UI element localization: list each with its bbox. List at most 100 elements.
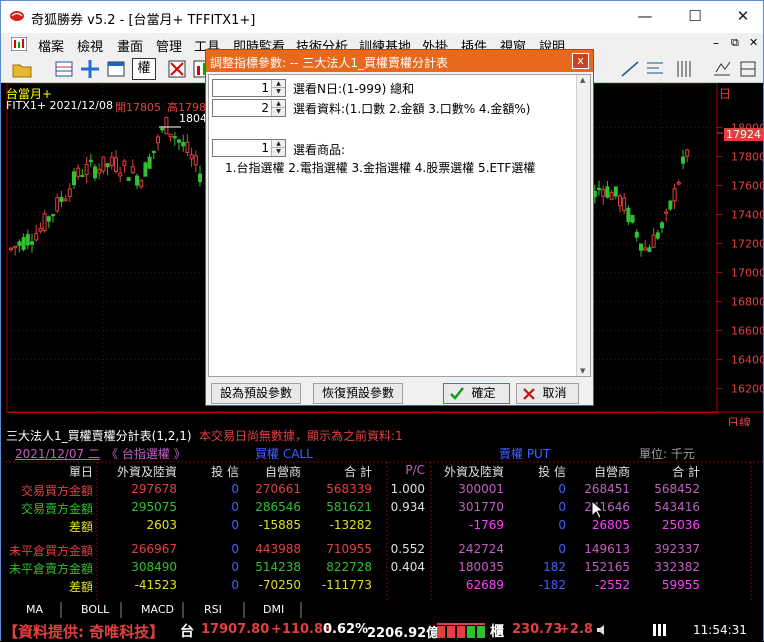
candle-body	[122, 160, 127, 166]
candle-body	[72, 171, 76, 186]
maximize-button[interactable]: ☐	[683, 5, 707, 27]
mdi-restore-button[interactable]: ⧉	[731, 36, 739, 50]
chart-menu-icon[interactable]	[11, 37, 27, 51]
cancel-button[interactable]: 取消	[516, 383, 579, 404]
product-spinner[interactable]: 1 ▲ ▼	[212, 139, 286, 157]
candle-body	[685, 149, 690, 157]
bars-tool-icon[interactable]	[673, 58, 695, 80]
spin-up-icon[interactable]: ▲	[271, 140, 285, 148]
minimize-button[interactable]: —	[633, 5, 657, 27]
candle-body	[38, 227, 43, 232]
spin-down-icon[interactable]: ▼	[271, 108, 285, 116]
open-folder-icon[interactable]	[11, 58, 33, 80]
candle-body	[118, 172, 123, 177]
spin-down-icon[interactable]: ▼	[271, 88, 285, 96]
x-tick-label: 08	[221, 411, 235, 413]
candle-body	[647, 247, 652, 252]
candle-body	[668, 200, 673, 210]
mdi-close-button[interactable]: ✕	[749, 36, 758, 49]
candle-body	[30, 241, 34, 245]
x-tick-label: 07	[107, 411, 121, 413]
index-label: 台	[180, 624, 194, 640]
candle-body	[622, 197, 627, 211]
otc-value: 230.73	[512, 622, 563, 637]
check-icon	[450, 387, 464, 400]
candle-body	[55, 197, 60, 212]
menu-view[interactable]: 檢視	[77, 36, 103, 55]
open-label: 開17805	[115, 101, 161, 114]
x-tick-label: 11	[548, 411, 562, 413]
mdi-minimize-button[interactable]: –	[713, 36, 719, 50]
product-value: 1	[261, 141, 269, 155]
layout-icon[interactable]	[105, 58, 127, 80]
candle-body	[168, 133, 173, 138]
candle-body	[114, 157, 118, 172]
fib-tool-icon[interactable]	[644, 58, 666, 80]
close-window-button[interactable]: ✕	[731, 5, 755, 27]
candle-body	[25, 233, 30, 246]
mark-icon[interactable]	[166, 58, 188, 80]
candle-body	[185, 141, 190, 153]
set-default-button[interactable]: 設為預設參數	[211, 383, 301, 404]
dialog-scrollbar[interactable]: ▲ ▼	[576, 75, 590, 376]
menu-screen[interactable]: 畫面	[117, 36, 143, 55]
period-corner-label: 日	[719, 87, 732, 101]
status-bar: 【資料提供: 奇唯科技】 台 17907.80 +110.88 0.62% 22…	[1, 618, 763, 642]
provider-label: 【資料提供: 奇唯科技】	[3, 623, 165, 641]
index-value: 17907.80	[201, 622, 270, 637]
candle-body	[93, 166, 97, 179]
title-bar: 奇狐勝券 v5.2 - [台當月+ TFFITX1+] — ☐ ✕	[1, 1, 763, 33]
days-label: 選看N日:(1-999) 總和	[293, 82, 415, 96]
spin-down-icon[interactable]: ▼	[271, 148, 285, 156]
candle-body	[172, 136, 177, 139]
candle-body	[84, 163, 89, 176]
line-tool-icon[interactable]	[619, 58, 641, 80]
candle-body	[130, 166, 135, 174]
candle-body	[189, 154, 194, 160]
dialog-close-button[interactable]: x	[572, 53, 589, 69]
candle-body	[59, 196, 64, 202]
candle-body	[177, 139, 181, 143]
y-tick-label: 16200	[731, 383, 763, 396]
y-tick-label: 16600	[731, 325, 763, 338]
move-arrows-icon[interactable]	[79, 58, 101, 80]
quote-line-prefix: FITX1+ 2021/12/08	[6, 99, 113, 112]
candle-body	[139, 180, 144, 188]
table-icon[interactable]	[53, 58, 75, 80]
candle-body	[156, 136, 160, 144]
y-tick-label: 17600	[731, 180, 763, 193]
ok-button[interactable]: 確定	[443, 383, 510, 404]
candle-body	[105, 163, 110, 168]
x-icon	[523, 388, 535, 400]
settings-tool-icon[interactable]	[737, 58, 759, 80]
restore-default-button[interactable]: 恢復預設參數	[313, 383, 403, 404]
speaker-icon[interactable]	[595, 623, 609, 637]
candle-body	[655, 232, 660, 239]
menu-manage[interactable]: 管理	[156, 36, 182, 55]
candle-body	[97, 168, 102, 174]
rights-button[interactable]: 權	[132, 58, 156, 80]
y-tick-label: 16800	[731, 296, 763, 309]
dialog-title-bar[interactable]: 調整指標參數: -- 三大法人1_買權賣權分計表 x	[206, 50, 593, 72]
days-spinner[interactable]: 1 ▲ ▼	[212, 79, 286, 97]
candle-body	[651, 234, 656, 248]
candle-body	[660, 222, 664, 229]
spin-up-icon[interactable]: ▲	[271, 80, 285, 88]
y-tick-label: 16400	[731, 354, 763, 367]
mouse-cursor-icon	[591, 500, 605, 519]
menu-file[interactable]: 檔案	[38, 36, 64, 55]
scroll-up-icon[interactable]: ▲	[580, 76, 585, 84]
candle-body	[664, 211, 669, 214]
candle-body	[88, 159, 93, 163]
data-type-value: 2	[261, 101, 269, 115]
candle-body	[34, 232, 39, 241]
y-tick-label: 17800	[731, 151, 763, 164]
y-tick-label: 17200	[731, 238, 763, 251]
data-type-spinner[interactable]: 2 ▲ ▼	[212, 99, 286, 117]
spin-up-icon[interactable]: ▲	[271, 100, 285, 108]
candle-body	[13, 245, 18, 249]
scroll-down-icon[interactable]: ▼	[580, 367, 585, 375]
table-dividers	[1, 461, 763, 601]
zoom-tool-icon[interactable]	[711, 58, 733, 80]
cancel-label: 取消	[542, 386, 567, 400]
